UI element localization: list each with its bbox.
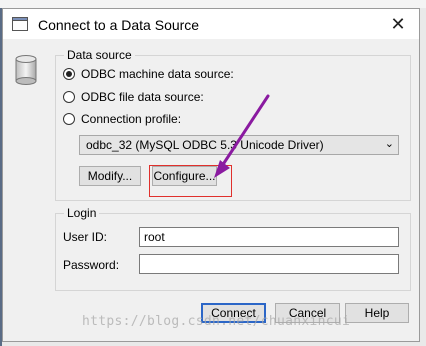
watermark-text: https://blog.csdn.net/chuanxincui (82, 314, 351, 329)
annotation-arrow (214, 94, 270, 178)
